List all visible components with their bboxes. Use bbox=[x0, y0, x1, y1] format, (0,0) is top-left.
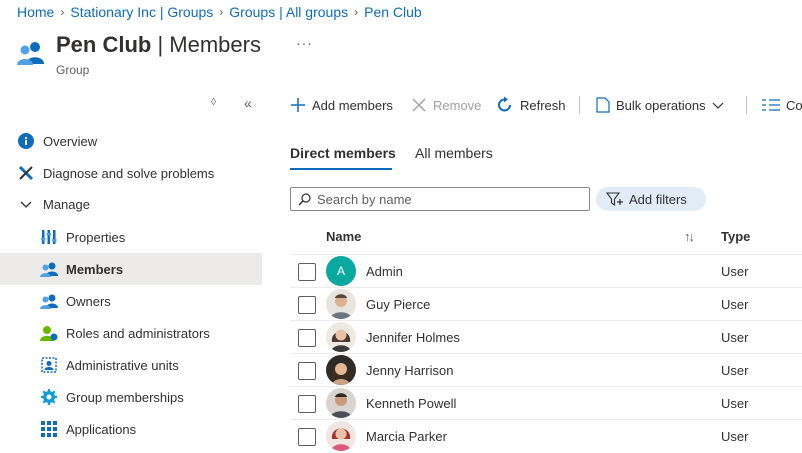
avatar bbox=[326, 322, 356, 352]
member-type: User bbox=[721, 330, 749, 345]
member-type: User bbox=[721, 429, 749, 444]
roles-icon bbox=[40, 324, 58, 342]
sidebar-item-properties[interactable]: Properties bbox=[0, 221, 262, 253]
avatar bbox=[326, 421, 356, 451]
add-filters-button[interactable]: Add filters bbox=[596, 187, 706, 211]
sort-icon[interactable]: ↑↓ bbox=[684, 229, 695, 244]
sidebar-item-applications[interactable]: Applications bbox=[0, 413, 262, 445]
member-name: Guy Pierce bbox=[366, 297, 431, 312]
refresh-button[interactable]: Refresh bbox=[496, 94, 566, 116]
member-type: User bbox=[721, 264, 749, 279]
owners-icon bbox=[40, 292, 58, 310]
wrench-icon bbox=[17, 164, 35, 182]
columns-icon bbox=[762, 98, 780, 112]
collapse-sidebar-icon[interactable]: « bbox=[244, 95, 252, 111]
chevron-down-icon bbox=[712, 99, 724, 111]
members-icon bbox=[40, 260, 58, 278]
chevron-right-icon: › bbox=[354, 5, 359, 19]
bulk-operations-button[interactable]: Bulk operations bbox=[596, 94, 724, 116]
toolbar-divider bbox=[579, 96, 580, 114]
toolbar-divider bbox=[746, 96, 747, 114]
close-icon bbox=[411, 97, 427, 113]
column-header-type[interactable]: Type bbox=[721, 229, 750, 244]
member-type: User bbox=[721, 363, 749, 378]
avatar bbox=[326, 355, 356, 385]
page-subtitle: Group bbox=[56, 63, 90, 77]
sidebar-item-overview[interactable]: Overview bbox=[0, 125, 262, 157]
tab-all-members[interactable]: All members bbox=[415, 145, 493, 161]
sidebar-item-diagnose[interactable]: Diagnose and solve problems bbox=[0, 157, 262, 189]
table-row[interactable]: Jennifer Holmes User bbox=[290, 320, 802, 354]
applications-icon bbox=[40, 420, 58, 438]
member-name: Kenneth Powell bbox=[366, 396, 457, 411]
row-checkbox[interactable] bbox=[298, 263, 316, 281]
breadcrumb-pen-club[interactable]: Pen Club bbox=[364, 4, 422, 20]
member-name: Admin bbox=[366, 264, 403, 279]
refresh-icon bbox=[496, 96, 514, 114]
filter-icon bbox=[606, 191, 624, 207]
column-header-name[interactable]: Name bbox=[326, 229, 361, 244]
sidebar-item-members[interactable]: Members bbox=[0, 253, 262, 285]
tab-direct-members[interactable]: Direct members bbox=[290, 145, 396, 161]
avatar: A bbox=[326, 256, 356, 286]
group-icon bbox=[16, 40, 46, 69]
row-checkbox[interactable] bbox=[298, 329, 316, 347]
remove-button[interactable]: Remove bbox=[411, 94, 481, 116]
document-icon bbox=[596, 97, 610, 113]
gear-icon bbox=[40, 388, 58, 406]
table-row[interactable]: Jenny Harrison User bbox=[290, 353, 802, 387]
chevron-down-icon bbox=[17, 195, 35, 213]
table-row[interactable]: Guy Pierce User bbox=[290, 287, 802, 321]
more-options-icon[interactable]: ··· bbox=[296, 35, 313, 51]
member-type: User bbox=[721, 297, 749, 312]
avatar bbox=[326, 289, 356, 319]
member-name: Marcia Parker bbox=[366, 429, 447, 444]
page-title: Pen Club | Members bbox=[56, 32, 261, 57]
table-row[interactable]: Marcia Parker User bbox=[290, 419, 802, 453]
plus-icon bbox=[290, 97, 306, 113]
columns-button[interactable]: Co bbox=[762, 94, 802, 116]
breadcrumb-home[interactable]: Home bbox=[17, 4, 54, 20]
sidebar-item-owners[interactable]: Owners bbox=[0, 285, 262, 317]
breadcrumb-groups[interactable]: Stationary Inc | Groups bbox=[70, 4, 213, 20]
row-checkbox[interactable] bbox=[298, 395, 316, 413]
row-checkbox[interactable] bbox=[298, 296, 316, 314]
avatar bbox=[326, 388, 356, 418]
member-type: User bbox=[721, 396, 749, 411]
sidebar-item-admin-units[interactable]: Administrative units bbox=[0, 349, 262, 381]
member-name: Jennifer Holmes bbox=[366, 330, 460, 345]
add-members-button[interactable]: Add members bbox=[290, 94, 393, 116]
active-tab-indicator bbox=[290, 168, 392, 170]
search-input[interactable] bbox=[317, 191, 577, 207]
search-box bbox=[290, 187, 590, 211]
sidebar-item-group-memberships[interactable]: Group memberships bbox=[0, 381, 262, 413]
sidebar-item-manage[interactable]: Manage bbox=[0, 188, 262, 220]
admin-units-icon bbox=[40, 356, 58, 374]
properties-icon bbox=[40, 228, 58, 246]
info-icon bbox=[17, 132, 35, 150]
row-checkbox[interactable] bbox=[298, 428, 316, 446]
sidebar-item-roles[interactable]: Roles and administrators bbox=[0, 317, 262, 349]
table-row[interactable]: A Admin User bbox=[290, 254, 802, 288]
member-name: Jenny Harrison bbox=[366, 363, 454, 378]
table-row[interactable]: Kenneth Powell User bbox=[290, 386, 802, 420]
sort-toggle-icon[interactable]: ◊ bbox=[211, 97, 216, 108]
breadcrumb: Home › Stationary Inc | Groups › Groups … bbox=[17, 4, 422, 20]
chevron-right-icon: › bbox=[60, 5, 65, 19]
search-icon bbox=[298, 192, 311, 206]
chevron-right-icon: › bbox=[219, 5, 224, 19]
row-checkbox[interactable] bbox=[298, 362, 316, 380]
breadcrumb-all-groups[interactable]: Groups | All groups bbox=[229, 4, 348, 20]
